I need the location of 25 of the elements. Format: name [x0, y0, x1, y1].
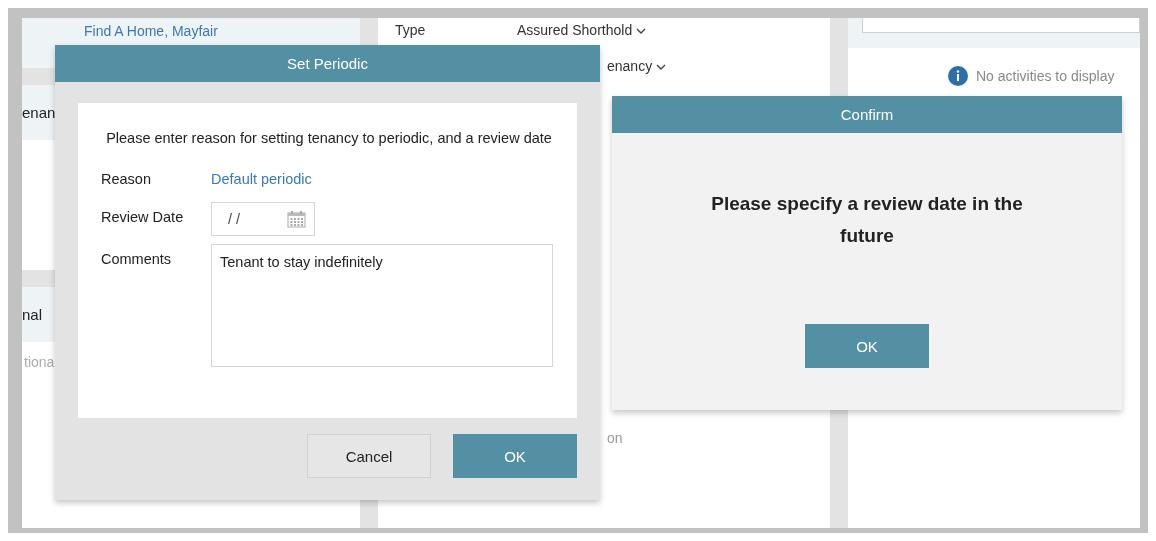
field-label: Review Date — [101, 208, 185, 227]
field-label: Type — [395, 22, 427, 38]
field-label: Reason — [101, 170, 152, 189]
caption-text: tiona — [24, 354, 55, 370]
search-field[interactable] — [862, 18, 1140, 33]
section-heading: nal — [22, 306, 43, 323]
cancel-button[interactable]: Cancel — [307, 434, 431, 478]
ok-button[interactable]: OK — [805, 324, 929, 368]
date-field[interactable]: / / — [211, 202, 315, 236]
comments-field[interactable]: Tenant to stay indefinitely — [211, 244, 553, 367]
dialog-title: Confirm — [612, 96, 1122, 133]
info-icon — [948, 66, 968, 86]
field-label: Comments — [101, 250, 173, 269]
reason-link[interactable]: Default periodic — [211, 164, 312, 194]
empty-message: No activities to display — [976, 68, 1115, 84]
calendar-icon[interactable] — [287, 210, 306, 228]
dialog-title: Set Periodic — [55, 45, 600, 82]
ok-button[interactable]: OK — [453, 434, 577, 478]
agent-link[interactable]: Find A Home, Mayfair — [84, 23, 218, 39]
dropdown-value[interactable]: enancy — [607, 58, 667, 74]
dropdown-value[interactable]: Assured Shorthold — [517, 22, 647, 38]
section-heading: enan — [22, 104, 56, 121]
instruction-text: Please enter reason for setting tenancy to periodic, and a review date — [105, 129, 553, 148]
message-text: Please specify a review date in the future — [710, 192, 1024, 248]
caption-text: on — [607, 430, 623, 446]
